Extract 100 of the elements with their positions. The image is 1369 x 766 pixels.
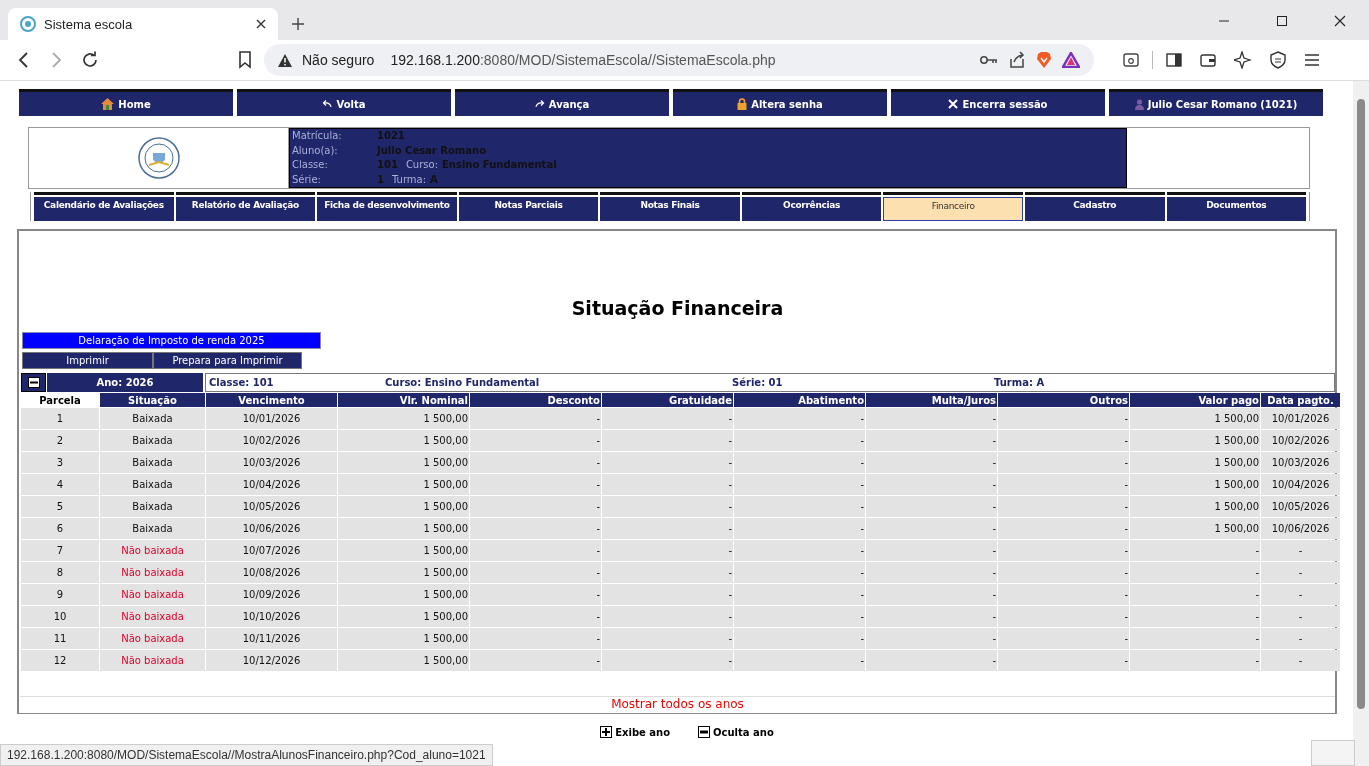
section-tab[interactable]: Notas Finais [600, 197, 740, 221]
site-logo-icon [20, 16, 36, 32]
table-cell: - [998, 562, 1129, 583]
table-cell: - [1130, 650, 1260, 671]
nav-button[interactable]: Altera senha [673, 89, 887, 116]
table-cell: 1 500,00 [338, 628, 469, 649]
table-cell: - [602, 518, 733, 539]
triangle-icon[interactable] [1062, 52, 1080, 68]
table-cell: 1 500,00 [338, 474, 469, 495]
status-url: 192.168.1.200:8080/MOD/SistemaEscola//MostraAlunosFinanceiro.php?Cod_aluno=1021 [0, 744, 493, 766]
table-cell: 10/01/2026 [1261, 408, 1340, 429]
tab-title: Sistema escola [44, 16, 133, 32]
table-cell: 10/02/2026 [206, 430, 337, 451]
table-cell: - [734, 474, 865, 495]
table-cell: - [866, 496, 997, 517]
table-cell: 1 500,00 [338, 430, 469, 451]
section-tab[interactable]: Relatório de Avaliação [175, 197, 316, 221]
table-cell: 10/12/2026 [206, 650, 337, 671]
table-cell: 10/09/2026 [206, 584, 337, 605]
table-cell: Baixada [100, 452, 205, 473]
column-header: Vencimento [206, 393, 337, 407]
table-cell: 1 500,00 [338, 452, 469, 473]
table-cell: - [602, 452, 733, 473]
section-tab[interactable]: Ocorrências [741, 197, 882, 221]
table-cell: 1 500,00 [338, 606, 469, 627]
table-cell: 3 [21, 452, 99, 473]
table-cell: - [1261, 606, 1340, 627]
table-cell: Não baixada [100, 562, 205, 583]
table-cell: - [998, 540, 1129, 561]
table-cell: - [1261, 540, 1340, 561]
table-cell: - [602, 628, 733, 649]
table-cell: 1 500,00 [338, 584, 469, 605]
table-cell: Não baixada [100, 650, 205, 671]
section-tab[interactable]: Financeiro [883, 197, 1023, 221]
table-cell: 1 500,00 [1130, 518, 1260, 539]
section-tab[interactable]: Documentos [1166, 197, 1307, 221]
table-cell: 1 500,00 [338, 540, 469, 561]
table-cell: 10/01/2026 [206, 408, 337, 429]
table-cell: - [734, 518, 865, 539]
field-label: Curso: [405, 160, 438, 171]
wallet-icon[interactable] [1200, 52, 1216, 68]
browser-tab[interactable]: Sistema escola [8, 8, 278, 40]
reader-icon[interactable] [1123, 52, 1139, 68]
show-all-years-link[interactable]: Mostrar todos os anos [611, 697, 744, 711]
key-icon[interactable] [980, 55, 998, 65]
maximize-icon[interactable] [1276, 15, 1288, 27]
section-tab[interactable]: Ficha de desenvolvimento [317, 197, 457, 221]
reload-icon[interactable] [81, 51, 99, 69]
bookmark-icon[interactable] [238, 51, 252, 69]
field-value: A [430, 174, 438, 185]
minus-box-icon [698, 726, 711, 738]
field-value: 101 [377, 160, 398, 171]
table-cell: 10/03/2026 [1261, 452, 1340, 473]
toggle-icon [27, 377, 40, 388]
close-icon [948, 99, 959, 109]
sidebar-icon[interactable] [1166, 52, 1182, 68]
section-tab[interactable]: Calendário de Avaliações [34, 197, 174, 221]
menu-icon[interactable] [1304, 53, 1320, 67]
table-cell: - [998, 628, 1129, 649]
lock-icon [737, 98, 748, 110]
nav-button[interactable]: Home [19, 89, 233, 116]
close-icon[interactable] [1334, 15, 1346, 27]
table-cell: 10/05/2026 [206, 496, 337, 517]
nav-button[interactable]: Volta [237, 89, 451, 116]
print-button[interactable]: Prepara para Imprimir [153, 352, 302, 369]
share-icon[interactable] [1008, 51, 1026, 69]
undo-arrow-icon [322, 100, 333, 108]
collapse-year-button[interactable] [21, 373, 46, 392]
nav-button[interactable]: Avança [455, 89, 669, 116]
table-cell: - [734, 430, 865, 451]
shield-icon[interactable] [1270, 51, 1286, 69]
table-cell: - [602, 540, 733, 561]
table-cell: - [866, 452, 997, 473]
table-cell: - [470, 562, 601, 583]
table-cell: - [602, 430, 733, 451]
section-tab[interactable]: Notas Parciais [458, 197, 599, 221]
table-cell: - [998, 606, 1129, 627]
section-tab[interactable]: Cadastro [1024, 197, 1165, 221]
new-tab-icon[interactable] [292, 18, 304, 30]
table-cell: - [1261, 628, 1340, 649]
print-button[interactable]: Imprimir [22, 352, 153, 369]
table-cell: 7 [21, 540, 99, 561]
field-value: 1 [377, 174, 384, 185]
table-cell: 12 [21, 650, 99, 671]
table-cell: - [1130, 606, 1260, 627]
nav-button[interactable]: Encerra sessão [891, 89, 1105, 116]
table-cell: 8 [21, 562, 99, 583]
table-cell: 1 500,00 [338, 650, 469, 671]
close-icon[interactable] [256, 19, 266, 29]
table-cell: - [998, 408, 1129, 429]
back-icon[interactable] [17, 52, 31, 68]
nav-button[interactable]: Julio Cesar Romano (1021) [1109, 89, 1323, 116]
year-label: Ano: 2026 [46, 373, 203, 392]
sparkle-icon[interactable] [1234, 51, 1252, 69]
table-cell: 4 [21, 474, 99, 495]
table-cell: 2 [21, 430, 99, 451]
table-cell: Baixada [100, 518, 205, 539]
column-header: Valor pago [1130, 393, 1260, 407]
tax-declaration-button[interactable]: Delaração de Imposto de renda 2025 [22, 332, 321, 349]
address-bar[interactable]: Não seguro 192.168.1.200:8080/MOD/SistemaEscola//SistemaEscola.php [264, 44, 1094, 76]
